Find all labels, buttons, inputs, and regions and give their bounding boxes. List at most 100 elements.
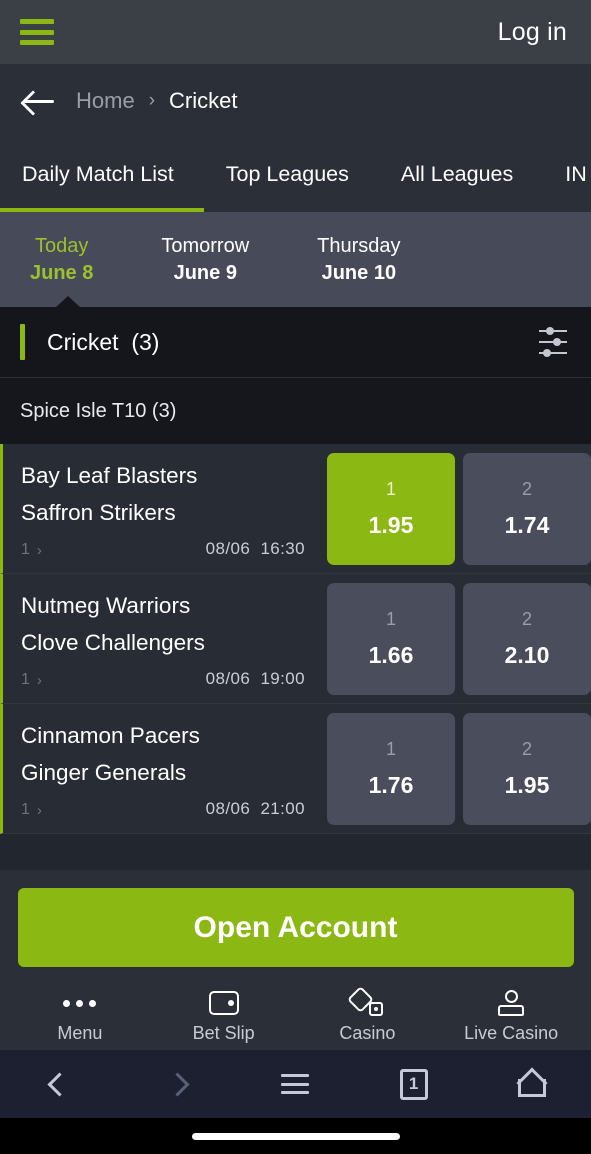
dealer-icon	[497, 990, 525, 1016]
hamburger-bar	[20, 19, 54, 24]
sport-header: Cricket (3)	[0, 307, 591, 377]
match-team-1: Cinnamon Pacers	[21, 723, 200, 748]
match-market-count[interactable]: 1 ›	[21, 671, 42, 689]
breadcrumb-current: Cricket	[169, 87, 238, 113]
app-screen: Log in Home › Cricket Daily Match List T…	[0, 0, 591, 1154]
market-count-value: 1	[21, 541, 30, 558]
browser-forward-button[interactable]	[118, 1050, 236, 1118]
match-time: 21:00	[260, 799, 305, 818]
date-option-tomorrow[interactable]: Tomorrow June 9	[161, 233, 249, 287]
odds-button-2[interactable]: 2 1.95	[463, 712, 591, 825]
match-market-count[interactable]: 1 ›	[21, 541, 42, 559]
league-header[interactable]: Spice Isle T10 (3)	[0, 377, 591, 444]
odds-group: 1 1.66 2 2.10	[327, 582, 591, 695]
ellipsis-icon	[63, 990, 97, 1016]
tab-top-leagues[interactable]: Top Leagues	[226, 162, 349, 187]
bottom-nav-item-live-casino[interactable]: Live Casino	[439, 990, 583, 1044]
accent-bar	[20, 324, 25, 360]
bottom-nav-item-bet-slip[interactable]: Bet Slip	[152, 990, 296, 1044]
chevron-left-icon	[47, 1071, 72, 1097]
chevron-right-icon	[165, 1071, 190, 1097]
date-date-label: June 8	[30, 261, 94, 284]
arrow-left-icon[interactable]	[22, 86, 56, 116]
match-time: 19:00	[260, 669, 305, 688]
odds-button-1[interactable]: 1 1.76	[327, 712, 455, 825]
date-option-today[interactable]: Today June 8	[30, 233, 93, 287]
browser-tabs-button[interactable]: 1	[355, 1050, 473, 1118]
table-row[interactable]: Bay Leaf Blasters Saffron Strikers 1 › 0…	[0, 444, 591, 574]
table-row[interactable]: Cinnamon Pacers Ginger Generals 1 › 08/0…	[0, 704, 591, 834]
match-datetime: 08/06 19:00	[206, 669, 305, 689]
match-team-2: Ginger Generals	[21, 760, 187, 785]
chevron-right-icon: ›	[36, 541, 42, 559]
match-datetime: 08/06 21:00	[206, 799, 305, 819]
wallet-icon	[208, 990, 239, 1016]
tab-list: Daily Match List Top Leagues All Leagues…	[0, 137, 591, 212]
top-app-bar: Log in	[0, 0, 591, 64]
bottom-nav: Menu Bet Slip Casino Live Casino	[0, 984, 591, 1050]
tab-in-play[interactable]: IN P	[565, 162, 591, 187]
odds-button-2[interactable]: 2 2.10	[463, 582, 591, 695]
date-selector: Today June 8 Tomorrow June 9 Thursday Ju…	[0, 212, 591, 308]
bottom-nav-label: Menu	[57, 1023, 103, 1043]
tab-daily-match-list[interactable]: Daily Match List	[22, 162, 174, 187]
filter-sliders-icon[interactable]	[539, 327, 567, 357]
chevron-right-icon: ›	[148, 89, 156, 111]
hamburger-icon	[281, 1074, 310, 1094]
breadcrumb-bar: Home › Cricket	[0, 64, 591, 137]
hamburger-bar	[20, 29, 54, 35]
market-count-value: 1	[21, 671, 30, 688]
odds-label: 2	[521, 478, 532, 499]
match-team-2: Saffron Strikers	[21, 500, 176, 525]
odds-label: 1	[385, 478, 396, 499]
date-option-thursday[interactable]: Thursday June 10	[317, 233, 400, 287]
sport-count: (3)	[131, 328, 160, 355]
date-day-label: Today	[34, 234, 89, 257]
match-team-1: Bay Leaf Blasters	[21, 463, 198, 488]
odds-label: 2	[521, 608, 532, 629]
match-list: Bay Leaf Blasters Saffron Strikers 1 › 0…	[0, 444, 591, 834]
breadcrumb: Home › Cricket	[76, 88, 237, 114]
bottom-nav-item-menu[interactable]: Menu	[8, 990, 152, 1044]
date-day-label: Tomorrow	[161, 234, 250, 257]
match-info: Bay Leaf Blasters Saffron Strikers 1 › 0…	[17, 444, 327, 573]
match-info: Cinnamon Pacers Ginger Generals 1 › 08/0…	[17, 704, 327, 833]
odds-label: 2	[521, 738, 532, 759]
bottom-nav-label: Live Casino	[464, 1023, 559, 1043]
breadcrumb-home[interactable]: Home	[76, 88, 135, 114]
table-row[interactable]: Nutmeg Warriors Clove Challengers 1 › 08…	[0, 574, 591, 704]
market-count-value: 1	[21, 801, 30, 818]
gesture-handle[interactable]	[191, 1132, 400, 1140]
odds-button-1[interactable]: 1 1.66	[327, 582, 455, 695]
open-account-button[interactable]: Open Account	[17, 888, 574, 967]
filter-row	[539, 338, 567, 346]
league-name: Spice Isle T10 (3)	[20, 399, 177, 422]
tab-all-leagues[interactable]: All Leagues	[401, 162, 513, 187]
login-button[interactable]: Log in	[498, 18, 567, 47]
odds-label: 1	[385, 608, 396, 629]
hamburger-icon[interactable]	[20, 19, 54, 45]
sport-name: Cricket	[47, 328, 119, 355]
match-datetime: 08/06 16:30	[206, 539, 305, 559]
tab-count-badge: 1	[399, 1068, 428, 1100]
odds-group: 1 1.95 2 1.74	[327, 452, 591, 565]
match-date: 08/06	[205, 669, 251, 688]
date-active-caret	[55, 296, 81, 308]
date-date-label: June 9	[173, 261, 237, 284]
match-market-count[interactable]: 1 ›	[21, 801, 42, 819]
filter-row	[539, 327, 567, 335]
date-date-label: June 10	[321, 261, 397, 284]
browser-back-button[interactable]	[0, 1050, 118, 1118]
match-date: 08/06	[205, 799, 251, 818]
bottom-nav-item-casino[interactable]: Casino	[296, 986, 440, 1044]
odds-button-1[interactable]: 1 1.95	[327, 452, 455, 565]
odds-value: 2.10	[504, 641, 550, 668]
match-time: 16:30	[260, 539, 305, 558]
filter-row	[539, 349, 567, 357]
browser-home-button[interactable]	[473, 1050, 591, 1118]
odds-button-2[interactable]: 2 1.74	[463, 452, 591, 565]
match-team-2: Clove Challengers	[21, 630, 205, 655]
dice-icon	[347, 986, 384, 1016]
match-team-1: Nutmeg Warriors	[21, 593, 191, 618]
browser-menu-button[interactable]	[236, 1050, 354, 1118]
